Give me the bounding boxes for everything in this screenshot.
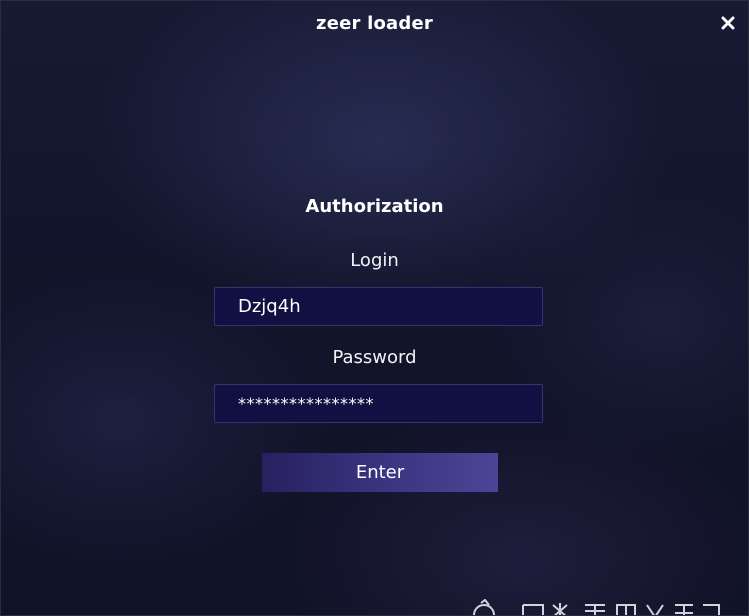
password-value: **************** bbox=[238, 394, 374, 413]
auth-heading: Authorization bbox=[305, 196, 444, 217]
password-input[interactable]: **************** bbox=[214, 384, 543, 423]
password-label: Password bbox=[332, 347, 417, 368]
close-button[interactable] bbox=[716, 11, 740, 35]
login-label: Login bbox=[350, 250, 399, 271]
login-value: Dzjq4h bbox=[238, 296, 301, 317]
watermark-logo bbox=[467, 599, 727, 615]
loader-window: zeer loader Authorization Login Dzjq4h P… bbox=[0, 0, 749, 616]
close-icon bbox=[721, 16, 735, 30]
login-input[interactable]: Dzjq4h bbox=[214, 287, 543, 326]
window-title: zeer loader bbox=[316, 13, 433, 34]
enter-button[interactable]: Enter bbox=[262, 453, 498, 492]
enter-button-label: Enter bbox=[355, 462, 405, 483]
